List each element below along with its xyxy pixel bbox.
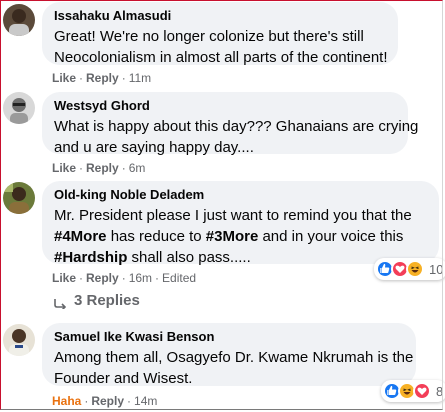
avatar[interactable] <box>3 4 35 36</box>
hashtag[interactable]: #Hardship <box>54 249 127 266</box>
reaction-summary[interactable]: 8 <box>381 380 445 402</box>
reply-button[interactable]: Reply <box>91 394 124 408</box>
timestamp[interactable]: 14m <box>134 394 157 408</box>
comment-text-line: Founder and Wisest. <box>54 370 193 387</box>
text-span: has reduce to <box>106 228 206 245</box>
comment-author[interactable]: Samuel Ike Kwasi Benson <box>54 329 404 345</box>
text-span: and in your voice this <box>258 228 404 245</box>
comment-text-line: #Hardship shall also pass..... <box>54 247 427 268</box>
comment-text-line: #4More has reduce to #3More and in your … <box>54 226 427 247</box>
comment-text-line: Neocolonialism in almost all parts of th… <box>54 49 388 66</box>
like-button[interactable]: Like <box>52 161 76 175</box>
haha-reaction-icon <box>406 260 424 278</box>
hashtag[interactable]: #3More <box>206 228 259 245</box>
edited-label[interactable]: Edited <box>162 271 196 285</box>
comment-actions: Haha · Reply · 14m <box>52 394 158 408</box>
comment-text-line: Great! We're no longer colonize but ther… <box>54 28 364 45</box>
comment-bubble: Westsyd Ghord What is happy about this d… <box>42 92 419 156</box>
comment-bubble: Issahaku Almasudi Great! We're no longer… <box>42 2 398 66</box>
reply-button[interactable]: Reply <box>86 71 119 85</box>
reply-arrow-icon <box>54 296 67 311</box>
haha-button[interactable]: Haha <box>52 394 81 408</box>
timestamp[interactable]: 6m <box>129 161 146 175</box>
avatar[interactable] <box>3 324 35 356</box>
comment-bubble: Samuel Ike Kwasi Benson Among them all, … <box>42 323 416 387</box>
comment-actions: Like · Reply · 16m · Edited <box>52 271 197 285</box>
reaction-summary[interactable]: 10 <box>374 258 445 280</box>
comment-author[interactable]: Issahaku Almasudi <box>54 8 386 24</box>
comment-actions: Like · Reply · 11m <box>52 71 152 85</box>
comment-author[interactable]: Westsyd Ghord <box>54 98 396 114</box>
comment-bubble: Old-king Noble Deladem Mr. President ple… <box>42 181 439 266</box>
reaction-count: 8 <box>436 383 444 399</box>
reply-button[interactable]: Reply <box>86 161 119 175</box>
comment-text-line: and u are saying happy day.... <box>54 139 254 156</box>
view-replies-button[interactable]: 3 Replies <box>54 292 140 311</box>
comment-actions: Like · Reply · 6m <box>52 161 146 175</box>
avatar[interactable] <box>3 182 35 214</box>
timestamp[interactable]: 16m <box>129 271 152 285</box>
text-span: shall also pass..... <box>127 249 251 266</box>
like-button[interactable]: Like <box>52 271 76 285</box>
love-reaction-icon <box>413 382 431 400</box>
comment-text-line: Mr. President please I just want to remi… <box>54 207 412 224</box>
like-button[interactable]: Like <box>52 71 76 85</box>
comment-author[interactable]: Old-king Noble Deladem <box>54 187 427 203</box>
comment-text-line: Among them all, Osagyefo Dr. Kwame Nkrum… <box>54 349 414 366</box>
timestamp[interactable]: 11m <box>129 71 151 85</box>
reaction-count: 10 <box>429 261 444 277</box>
comment-text-line: What is happy about this day??? Ghanaian… <box>54 118 419 135</box>
replies-label: 3 Replies <box>74 292 140 309</box>
reply-button[interactable]: Reply <box>86 271 119 285</box>
hashtag[interactable]: #4More <box>54 228 107 245</box>
avatar[interactable] <box>3 92 35 124</box>
